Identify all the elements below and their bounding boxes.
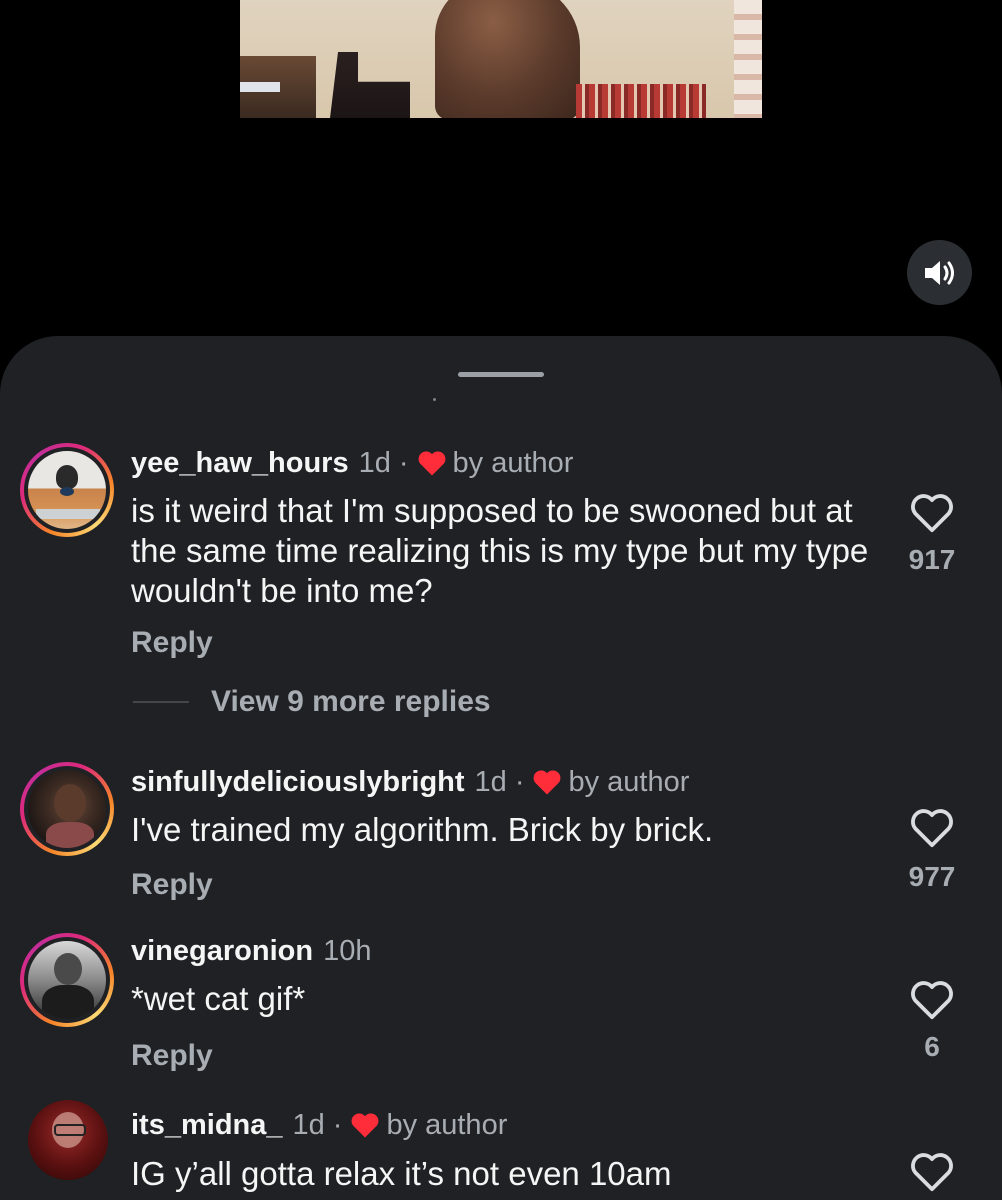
author-liked-heart-icon <box>534 770 561 795</box>
avatar[interactable] <box>20 933 114 1027</box>
comment-timestamp: 1d <box>358 447 391 479</box>
comment-username[interactable]: sinfullydeliciouslybright <box>131 765 465 799</box>
sound-toggle-button[interactable] <box>907 240 972 305</box>
comment-text: I've trained my algorithm. Brick by bric… <box>131 811 714 848</box>
drag-handle[interactable] <box>458 372 544 377</box>
comment-text: IG y’all gotta relax it’s not even 10am <box>131 1155 672 1192</box>
comments-sheet: yee_haw_hours 1d · by author is it weird… <box>0 336 1002 1200</box>
avatar[interactable] <box>20 762 114 856</box>
like-count: 6 <box>924 1031 940 1062</box>
like-heart-icon[interactable] <box>909 1151 955 1193</box>
comment-meta: vinegaronion 10h <box>131 934 371 968</box>
view-replies-label: View 9 more replies <box>211 685 491 718</box>
reply-button[interactable]: Reply <box>131 1039 213 1073</box>
divider-dot <box>433 398 436 401</box>
comment-username[interactable]: vinegaronion <box>131 934 313 968</box>
author-liked-heart-icon <box>418 451 445 476</box>
comment-timestamp: 1d <box>292 1109 325 1141</box>
speaker-on-icon <box>924 260 954 285</box>
reels-comments-screen: yee_haw_hours 1d · by author is it weird… <box>0 0 1002 1200</box>
comment-username[interactable]: its_midna_ <box>131 1108 283 1142</box>
liked-by-author-label: by author <box>452 447 574 479</box>
comment-text: is it weird that I'm supposed to be swoo… <box>131 492 869 609</box>
like-heart-icon[interactable] <box>909 979 955 1021</box>
author-liked-heart-icon <box>352 1113 379 1138</box>
comment-text: *wet cat gif* <box>131 980 306 1017</box>
like-count: 917 <box>908 544 956 575</box>
comment-meta: sinfullydeliciouslybright 1d · by author <box>131 765 690 799</box>
like-column <box>900 1151 964 1193</box>
comment-timestamp: 10h <box>323 935 372 967</box>
comment-meta: yee_haw_hours 1d · by author <box>131 446 574 480</box>
liked-by-author-label: by author <box>386 1109 508 1141</box>
comment-username[interactable]: yee_haw_hours <box>131 446 349 480</box>
video-player[interactable] <box>0 0 1002 340</box>
avatar[interactable] <box>28 1100 108 1180</box>
comment-meta: its_midna_ 1d · by author <box>131 1108 508 1142</box>
video-frame <box>240 0 762 118</box>
like-heart-icon[interactable] <box>909 492 955 534</box>
reply-button[interactable]: Reply <box>131 626 213 660</box>
liked-by-author-label: by author <box>568 766 690 798</box>
avatar[interactable] <box>20 443 114 537</box>
like-column: 6 <box>900 979 964 1063</box>
like-column: 917 <box>900 492 964 576</box>
comment-timestamp: 1d <box>474 766 507 798</box>
like-count: 977 <box>908 861 956 892</box>
reply-button[interactable]: Reply <box>131 868 213 902</box>
like-column: 977 <box>900 807 964 893</box>
like-heart-icon[interactable] <box>909 807 955 849</box>
view-more-replies-button[interactable]: View 9 more replies <box>133 685 491 719</box>
